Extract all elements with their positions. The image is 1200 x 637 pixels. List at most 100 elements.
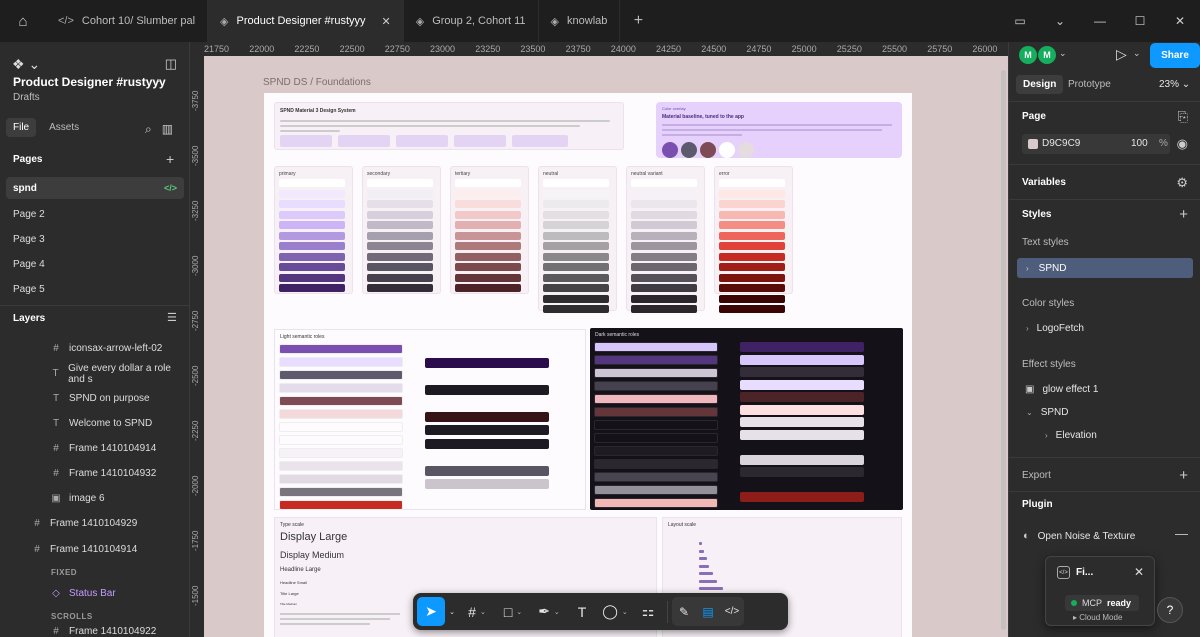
palette-swatch (367, 200, 433, 208)
page-item[interactable]: Page 2 (6, 203, 184, 225)
tab-design[interactable]: Design (1016, 75, 1064, 94)
toggle-sidebar-icon[interactable]: ◫ (165, 56, 177, 72)
intro-card[interactable]: SPND Material 3 Design System (274, 102, 624, 150)
palette-swatch (279, 231, 345, 240)
semantic-swatch (279, 370, 403, 380)
layer-row[interactable]: # Frame 1410104922 (0, 626, 190, 637)
minus-icon[interactable]: — (1175, 526, 1188, 541)
ruler-tick: 23750 (565, 44, 591, 54)
effect-style-item[interactable]: › Elevation (1045, 430, 1097, 441)
dev-mode-icon[interactable]: </> (720, 597, 744, 626)
palette-swatch (367, 273, 433, 282)
palette-column[interactable]: secondary (362, 166, 441, 294)
help-button[interactable]: ? (1157, 597, 1183, 623)
page-settings-icon[interactable]: ⎘ (1178, 109, 1188, 125)
layer-row[interactable]: # Frame 1410104929 (0, 511, 190, 536)
home-icon[interactable]: ⌂ (0, 0, 46, 42)
zoom-level[interactable]: 23% ⌄ (1159, 79, 1190, 90)
frame-label[interactable]: SPND DS / Foundations (263, 77, 371, 88)
text-tool-icon[interactable]: T (567, 597, 597, 626)
chevron-down-icon[interactable]: ⌄ (1040, 14, 1080, 28)
canvas[interactable]: 21750 22000 22250 22500 22750 23000 23250 23500… (190, 42, 1008, 637)
chevron-down-icon[interactable]: ⌄ (1133, 48, 1141, 59)
tab-assets[interactable]: Assets (42, 118, 86, 137)
actions-icon[interactable]: ⚏ (633, 597, 663, 626)
palette-column[interactable]: primary (274, 166, 353, 294)
figma-menu-icon[interactable]: ❖ ⌄ (12, 56, 40, 73)
plugin-item[interactable]: ◐ Open Noise & Texture (1023, 530, 1135, 542)
collapse-layers-icon[interactable]: ☰ (167, 311, 177, 324)
plugin-popup[interactable]: </> Fi... ✕ MCP ready ▸ Cloud Mode (1045, 556, 1155, 626)
tab-file-layers[interactable]: File (6, 118, 37, 137)
design-frame[interactable]: SPND Material 3 Design System Color over… (264, 93, 912, 637)
close-window-icon[interactable]: ✕ (1160, 14, 1200, 28)
tab-file[interactable]: ◈ Group 2, Cohort 11 (404, 0, 539, 42)
layer-row[interactable]: T Give every dollar a role and s (0, 361, 190, 386)
chevron-down-icon[interactable]: ⌄ (155, 74, 163, 85)
avatar[interactable]: M (1038, 46, 1056, 64)
hero-card[interactable]: Color overlay Material baseline, tuned t… (656, 102, 902, 158)
add-style-icon[interactable]: + (1179, 206, 1188, 223)
add-export-icon[interactable]: + (1179, 467, 1188, 484)
frame-icon: # (53, 468, 59, 479)
dark-semantic-card[interactable]: Dark semantic roles (590, 328, 903, 510)
chevron-down-icon[interactable]: ⌄ (1059, 48, 1067, 59)
effect-style-group[interactable]: ⌄ SPND (1026, 407, 1069, 418)
page-item[interactable]: Page 4 (6, 253, 184, 275)
variables-title[interactable]: Variables (1022, 177, 1066, 188)
text-style-item[interactable]: › SPND (1017, 258, 1193, 278)
new-tab-icon[interactable]: + (620, 12, 656, 30)
comment-tool-icon[interactable]: ◯ ⌄ (597, 597, 633, 626)
page-color-field[interactable]: D9C9C9 100 % (1022, 134, 1170, 154)
share-button[interactable]: Share (1150, 43, 1200, 68)
layer-row[interactable]: # Frame 1410104932 (0, 461, 190, 486)
search-icon[interactable]: ⌕ (145, 122, 152, 137)
maximize-icon[interactable]: ☐ (1120, 14, 1160, 28)
project-location[interactable]: Drafts (13, 92, 40, 103)
close-icon[interactable]: ✕ (382, 15, 391, 28)
page-color-swatch[interactable] (1028, 139, 1038, 149)
effect-style-item[interactable]: ▣ glow effect 1 (1025, 384, 1098, 395)
layer-row[interactable]: ▣ image 6 (0, 486, 190, 511)
cloud-mode[interactable]: ▸ Cloud Mode (1073, 613, 1122, 622)
folder-icon[interactable]: ▭ (1000, 14, 1040, 28)
frame-tool-icon[interactable]: # ⌄ (459, 597, 495, 626)
project-name[interactable]: Product Designer #rustyyy (13, 75, 166, 89)
page-opacity[interactable]: 100 (1131, 138, 1148, 149)
page-item[interactable]: spnd </> (6, 177, 184, 199)
page-item[interactable]: Page 5 (6, 278, 184, 300)
shape-tool-icon[interactable]: □ ⌄ (495, 597, 531, 626)
palette-column[interactable]: error (714, 166, 793, 313)
palette-swatch (719, 284, 785, 292)
layer-row[interactable]: # iconsax-arrow-left-02 (0, 336, 190, 361)
design-mode-icon[interactable]: ▤ (696, 597, 720, 626)
color-style-item[interactable]: › LogoFetch (1026, 323, 1084, 334)
tab-file[interactable]: ◈ Product Designer #rustyyy ✕ (208, 0, 404, 42)
light-semantic-card[interactable]: Light semantic roles (274, 329, 586, 510)
variables-icon[interactable]: ⚙ (1176, 175, 1188, 191)
pen-tool-icon[interactable]: ✒ ⌄ (531, 597, 567, 626)
layer-row[interactable]: ◇ Status Bar (0, 581, 190, 606)
layer-row[interactable]: # Frame 1410104914 (0, 436, 190, 461)
tab-file[interactable]: ◈ knowlab (539, 0, 621, 42)
palette-column[interactable]: neutral variant (626, 166, 705, 313)
move-tool-icon[interactable]: ➤ (417, 597, 445, 626)
palette-column[interactable]: tertiary (450, 166, 529, 294)
minimize-icon[interactable]: — (1080, 14, 1120, 28)
chevron-down-icon[interactable]: ⌄ (445, 597, 459, 626)
page-item[interactable]: Page 3 (6, 228, 184, 250)
tab-file[interactable]: </> Cohort 10/ Slumber pal (46, 0, 209, 42)
present-icon[interactable]: ▷ (1116, 46, 1127, 63)
tab-prototype[interactable]: Prototype (1061, 75, 1118, 94)
canvas-scrollbar[interactable] (1001, 70, 1006, 630)
page-color-hex[interactable]: D9C9C9 (1042, 138, 1080, 149)
library-icon[interactable]: ▥ (162, 122, 173, 137)
palette-column[interactable]: neutral (538, 166, 617, 313)
avatar[interactable]: M (1019, 46, 1037, 64)
close-icon[interactable]: ✕ (1134, 565, 1144, 579)
layer-row[interactable]: T Welcome to SPND (0, 411, 190, 436)
draw-mode-icon[interactable]: ✎ (672, 597, 696, 626)
layer-row[interactable]: # Frame 1410104914 (0, 537, 190, 562)
eye-icon[interactable]: ◉ (1177, 136, 1188, 152)
layer-row[interactable]: T SPND on purpose (0, 386, 190, 411)
